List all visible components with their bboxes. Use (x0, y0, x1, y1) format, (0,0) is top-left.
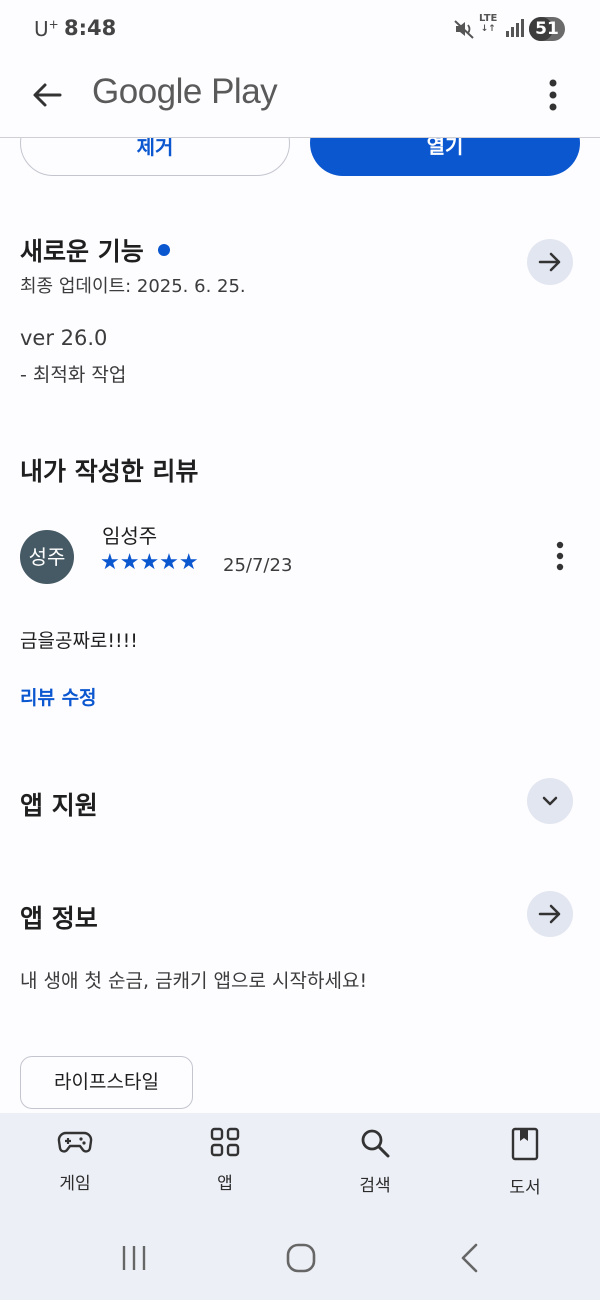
nav-search[interactable]: 검색 (325, 1127, 425, 1196)
recent-apps-icon[interactable] (120, 1243, 148, 1273)
app-description: 내 생애 첫 순금, 금캐기 앱으로 시작하세요! (20, 970, 368, 992)
book-icon (511, 1127, 539, 1161)
review-date: 25/7/23 (223, 555, 293, 576)
release-notes: - 최적화 작업 (20, 364, 127, 386)
apps-grid-icon (210, 1127, 240, 1157)
nav-books-label: 도서 (509, 1178, 541, 1198)
nav-apps-label: 앱 (217, 1174, 233, 1194)
page-title: Google Play (92, 72, 278, 111)
gamepad-icon (57, 1131, 93, 1153)
battery-indicator: 51 (529, 17, 565, 41)
review-text: 금을공짜로!!!! (20, 630, 138, 652)
bottom-navigation: 게임 앱 검색 도서 (0, 1113, 600, 1300)
clock: 8:48 (64, 16, 117, 40)
nav-search-label: 검색 (359, 1176, 391, 1196)
my-review-title: 내가 작성한 리뷰 (20, 457, 199, 486)
edit-review-link[interactable]: 리뷰 수정 (20, 683, 97, 710)
app-bar: Google Play (0, 58, 600, 138)
more-options-icon[interactable] (540, 74, 566, 116)
last-updated: 최종 업데이트: 2025. 6. 25. (20, 276, 246, 297)
status-bar: U+ 8:48 LTE ↓↑ 51 (0, 0, 600, 58)
avatar: 성주 (20, 530, 74, 584)
version-text: ver 26.0 (20, 326, 108, 350)
back-nav-icon[interactable] (458, 1243, 480, 1273)
reviewer-name: 임성주 (102, 524, 158, 548)
arrow-right-icon (538, 252, 561, 272)
lte-icon: LTE ↓↑ (479, 13, 498, 35)
chevron-down-icon (542, 796, 558, 806)
nav-books[interactable]: 도서 (475, 1127, 575, 1198)
app-info-arrow-button[interactable] (527, 891, 573, 937)
whats-new-arrow-button[interactable] (527, 239, 573, 285)
search-icon (361, 1129, 390, 1158)
new-badge-dot (157, 244, 170, 256)
carrier: U+ (34, 17, 59, 41)
review-more-options-icon[interactable] (552, 540, 568, 574)
nav-apps[interactable]: 앱 (175, 1127, 275, 1194)
app-info-title: 앱 정보 (20, 904, 98, 933)
nav-games-label: 게임 (59, 1174, 91, 1194)
mute-icon (454, 20, 474, 39)
whats-new-title: 새로운 기능 (20, 232, 170, 268)
star-rating: ★★★★★ (100, 550, 199, 575)
app-support-expand-button[interactable] (527, 778, 573, 824)
nav-games[interactable]: 게임 (25, 1127, 125, 1194)
back-arrow-icon[interactable] (30, 78, 64, 112)
signal-icon (506, 19, 524, 37)
app-support-title: 앱 지원 (20, 791, 98, 820)
home-icon[interactable] (286, 1243, 316, 1273)
arrow-right-icon (538, 904, 561, 924)
category-chip[interactable]: 라이프스타일 (20, 1056, 193, 1109)
